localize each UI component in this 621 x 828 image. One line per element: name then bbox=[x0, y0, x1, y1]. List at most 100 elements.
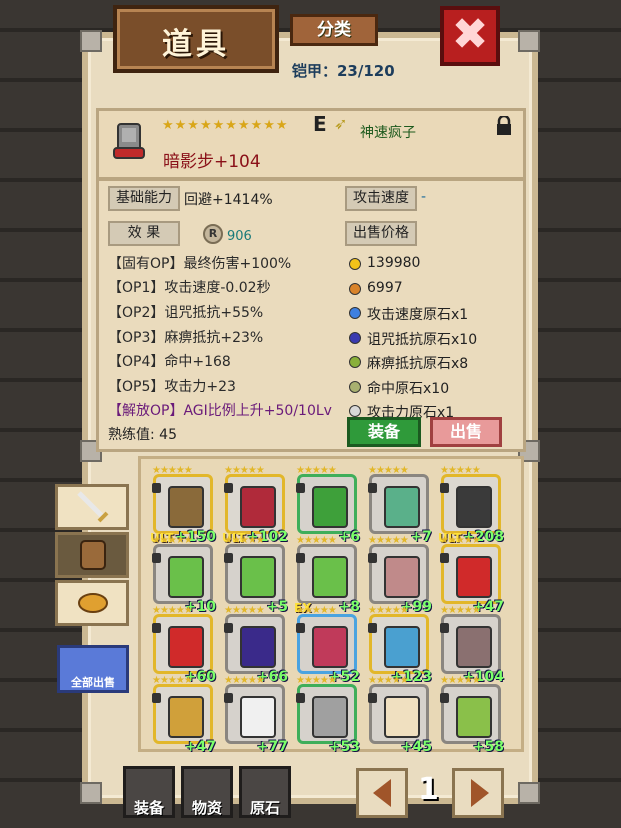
lock-icon bbox=[440, 483, 449, 493]
attack-speed-label: 攻击速度 bbox=[345, 186, 417, 211]
inventory-slot[interactable]: ★★★★★ +66 bbox=[224, 605, 288, 685]
lock-icon bbox=[224, 483, 233, 493]
inventory-slot[interactable]: ★★★★★ +47 bbox=[152, 675, 216, 755]
inventory-slot[interactable]: ★★★★★ EX +8 bbox=[294, 535, 360, 615]
slot-stars: ★★★★★ bbox=[152, 535, 193, 546]
price-line: 攻击速度原石x1 bbox=[367, 307, 469, 323]
inventory-slot[interactable]: ★★★★★ ULT +150 bbox=[150, 465, 216, 545]
item-title: 神速疯子 bbox=[360, 125, 416, 141]
footer-tab-equip[interactable]: 装备 bbox=[123, 766, 175, 818]
tab-armor[interactable] bbox=[55, 532, 129, 578]
armor-icon bbox=[80, 540, 106, 570]
lock-icon bbox=[368, 483, 377, 493]
slot-stars: ★★★★★ bbox=[440, 605, 481, 616]
enhance-level: +7 bbox=[410, 529, 432, 545]
lock-icon bbox=[368, 553, 377, 563]
page-number: 1 bbox=[418, 772, 439, 807]
armor-sprite-icon bbox=[312, 696, 348, 738]
lock-icon bbox=[368, 693, 377, 703]
sell-price-label: 出售价格 bbox=[345, 221, 417, 246]
currency-icon bbox=[349, 258, 361, 270]
base-ability-value: 回避+1414% bbox=[184, 192, 273, 208]
category-button[interactable]: 分类 bbox=[290, 14, 378, 46]
enhance-level: +58 bbox=[472, 739, 504, 755]
inventory-slot[interactable]: ★★★★★ +5 bbox=[224, 535, 288, 615]
item-grade: E bbox=[313, 112, 327, 136]
sell-all-button[interactable]: 全部出售 bbox=[57, 645, 129, 693]
tab-accessory[interactable] bbox=[55, 580, 129, 626]
inventory-slot[interactable]: ★★★★★ +7 bbox=[368, 465, 432, 545]
enhance-level: +47 bbox=[184, 739, 216, 755]
wing-icon: ➶ bbox=[334, 114, 348, 133]
lock-icon bbox=[224, 693, 233, 703]
inventory-slot[interactable]: ★★★★★ +77 bbox=[224, 675, 288, 755]
armor-sprite-icon bbox=[168, 626, 204, 668]
price-line: 诅咒抵抗原石x10 bbox=[367, 331, 478, 348]
armor-sprite-icon bbox=[240, 486, 276, 528]
inventory-slot[interactable]: ★★★★★ +53 bbox=[296, 675, 360, 755]
unlock-option: 【解放OP】AGI比例上升+50/10Lv bbox=[108, 403, 332, 419]
equip-button[interactable]: 装备 bbox=[347, 417, 421, 447]
lock-icon bbox=[296, 693, 305, 703]
slot-stars: ★★★★★ bbox=[296, 605, 337, 616]
armor-sprite-icon bbox=[168, 556, 204, 598]
base-ability-label: 基础能力 bbox=[108, 186, 180, 211]
boot-icon bbox=[113, 123, 145, 159]
slot-stars: ★★★★★ bbox=[152, 675, 193, 686]
slot-stars: ★★★★★ bbox=[224, 465, 265, 476]
prev-page-button[interactable] bbox=[356, 768, 408, 818]
armor-sprite-icon bbox=[456, 556, 492, 598]
inventory-slot[interactable]: ★★★★★ +104 bbox=[440, 605, 504, 685]
stone-icon bbox=[349, 307, 361, 319]
footer-tab-material[interactable]: 物资 bbox=[181, 766, 233, 818]
rune-icon: R bbox=[203, 224, 223, 244]
lock-icon bbox=[152, 483, 161, 493]
tab-weapon[interactable] bbox=[55, 484, 129, 530]
inventory-slot[interactable]: ★★★★★ +99 bbox=[368, 535, 432, 615]
inventory-slot[interactable]: ★★★★★ +6 bbox=[296, 465, 360, 545]
inventory-slot[interactable]: ★★★★★ +58 bbox=[440, 675, 504, 755]
inventory-slot[interactable]: ★★★★★ +60 bbox=[152, 605, 216, 685]
armor-sprite-icon bbox=[240, 626, 276, 668]
armor-sprite-icon bbox=[240, 696, 276, 738]
lock-icon[interactable] bbox=[495, 116, 513, 136]
stone-icon bbox=[349, 405, 361, 417]
close-button[interactable]: ✖ bbox=[440, 6, 500, 66]
lock-icon bbox=[224, 623, 233, 633]
armor-sprite-icon bbox=[384, 626, 420, 668]
lock-icon bbox=[296, 623, 305, 633]
lock-icon bbox=[440, 553, 449, 563]
next-page-button[interactable] bbox=[452, 768, 504, 818]
enhance-level: +8 bbox=[338, 599, 360, 615]
armor-sprite-icon bbox=[168, 696, 204, 738]
inventory-slot[interactable]: ★★★★★ +52 bbox=[296, 605, 360, 685]
inventory-slot[interactable]: ★★★★★ +123 bbox=[368, 605, 432, 685]
armor-sprite-icon bbox=[240, 556, 276, 598]
slot-stars: ★★★★★ bbox=[152, 465, 193, 476]
inventory-slot[interactable]: ★★★★★ ULT +208 bbox=[438, 465, 504, 545]
inventory-slot[interactable]: ★★★★★ +10 bbox=[152, 535, 216, 615]
slot-stars: ★★★★★ bbox=[224, 535, 265, 546]
option-line: 【OP2】诅咒抵抗+55% bbox=[108, 305, 264, 321]
ring-icon bbox=[78, 593, 108, 613]
item-name: 暗影步+104 bbox=[163, 152, 261, 172]
footer-tab-equip-label: 装备 bbox=[133, 799, 164, 817]
slot-stars: ★★★★★ bbox=[224, 605, 265, 616]
armor-sprite-icon bbox=[456, 696, 492, 738]
inventory-slot[interactable]: ★★★★★ ULT +102 bbox=[222, 465, 288, 545]
armor-sprite-icon bbox=[384, 696, 420, 738]
option-line: 【OP4】命中+168 bbox=[108, 354, 231, 370]
stone-icon bbox=[349, 380, 361, 393]
option-line: 【OP5】攻击力+23 bbox=[108, 379, 236, 395]
lock-icon bbox=[224, 553, 233, 563]
arrow-left-icon bbox=[373, 779, 391, 807]
arrow-right-icon bbox=[471, 779, 489, 807]
inventory-slot[interactable]: ★★★★★ +47 bbox=[440, 535, 504, 615]
footer-tab-stone[interactable]: 原石 bbox=[239, 766, 291, 818]
slot-stars: ★★★★★ bbox=[152, 605, 193, 616]
sword-icon bbox=[77, 491, 109, 523]
sell-button[interactable]: 出售 bbox=[430, 417, 502, 447]
inventory-slot[interactable]: ★★★★★ +45 bbox=[368, 675, 432, 755]
armor-sprite-icon bbox=[312, 626, 348, 668]
stone-icon bbox=[349, 356, 361, 368]
